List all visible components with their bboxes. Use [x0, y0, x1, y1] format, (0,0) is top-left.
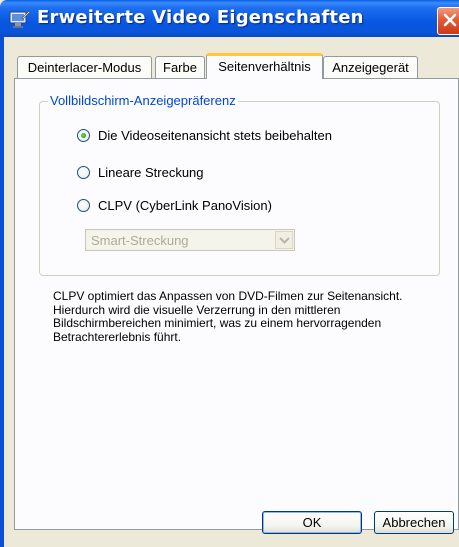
radio-label-linear-stretch: Lineare Streckung — [98, 165, 204, 180]
tab-anzeigegeraet[interactable]: Anzeigegerät — [323, 56, 418, 78]
radio-label-clpv: CLPV (CyberLink PanoVision) — [98, 198, 272, 213]
chevron-down-icon — [279, 237, 290, 244]
close-button[interactable] — [437, 7, 459, 35]
radio-dot — [81, 133, 86, 138]
radio-linear-stretch[interactable]: Lineare Streckung — [77, 165, 257, 183]
cancel-button[interactable]: Abbrechen — [374, 511, 454, 534]
radio-label-keep-aspect: Die Videoseitenansicht stets beibehalten — [98, 128, 332, 143]
radio-button-selected[interactable] — [77, 129, 90, 142]
window-frame-left — [0, 37, 4, 547]
stretch-mode-select[interactable]: Smart-Streckung — [85, 229, 295, 251]
title-bar[interactable]: Erweiterte Video Eigenschaften — [0, 0, 459, 37]
tab-deinterlacer-modus[interactable]: Deinterlacer-Modus — [17, 56, 152, 78]
radio-clpv[interactable]: CLPV (CyberLink PanoVision) — [77, 198, 307, 216]
stretch-mode-value: Smart-Streckung — [91, 233, 189, 248]
dialog-window: Erweiterte Video Eigenschaften Deinterla… — [0, 0, 459, 547]
dropdown-button[interactable] — [275, 231, 293, 249]
group-legend: Vollbildschirm-Anzeigepräferenz — [48, 93, 238, 108]
radio-keep-aspect[interactable]: Die Videoseitenansicht stets beibehalten — [77, 128, 357, 146]
clpv-description: CLPV optimiert das Anpassen von DVD-Film… — [53, 289, 403, 344]
close-icon — [438, 8, 459, 32]
display-settings-icon — [9, 9, 31, 29]
window-title: Erweiterte Video Eigenschaften — [37, 7, 364, 28]
radio-button[interactable] — [77, 199, 90, 212]
tab-farbe[interactable]: Farbe — [155, 56, 205, 78]
radio-button[interactable] — [77, 166, 90, 179]
tab-seitenverhaeltnis[interactable]: Seitenverhältnis — [206, 53, 323, 79]
ok-button[interactable]: OK — [262, 511, 362, 534]
